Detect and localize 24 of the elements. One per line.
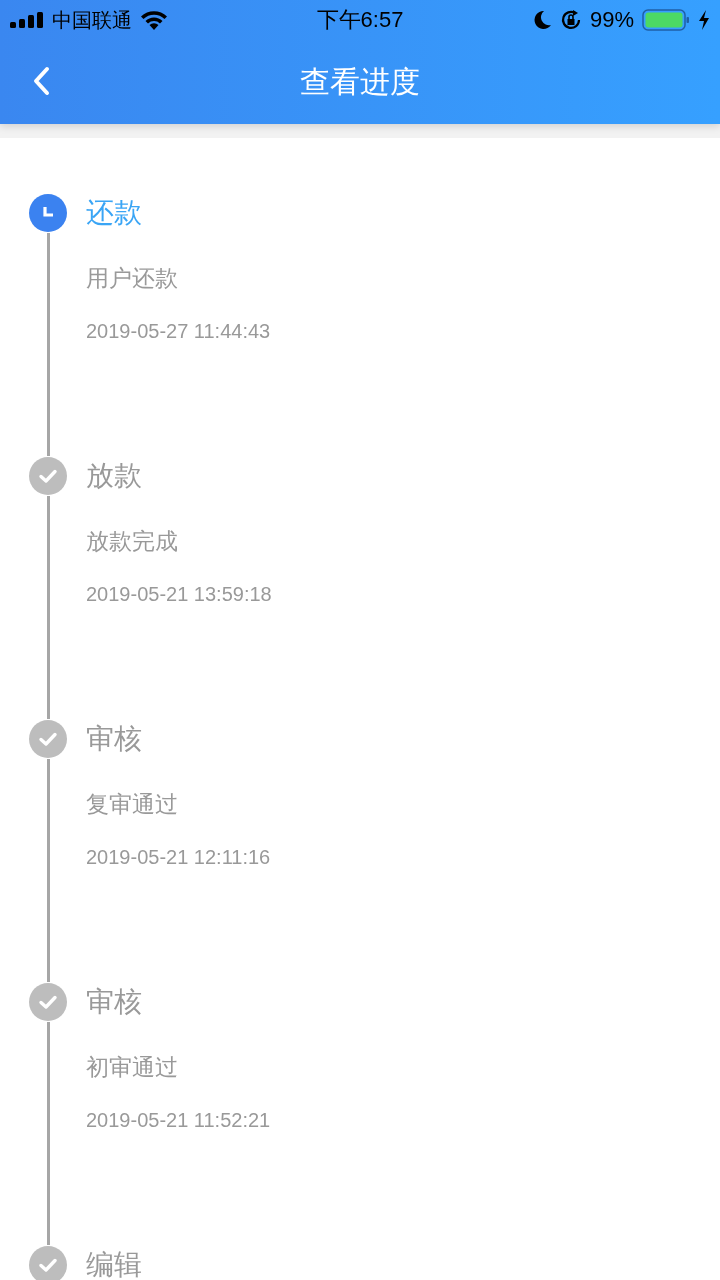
charging-icon (698, 10, 710, 30)
carrier-name: 中国联通 (52, 6, 132, 34)
clock-time: 下午6:57 (316, 6, 404, 34)
step-title: 还款 (86, 195, 142, 231)
step-description: 用户还款 (86, 264, 178, 293)
battery-percent: 99% (589, 7, 634, 33)
step-title: 审核 (86, 721, 142, 757)
step-time: 2019-05-27 11:44:43 (86, 320, 271, 343)
step-time: 2019-05-21 11:52:21 (86, 1109, 271, 1132)
wifi-icon (140, 10, 168, 30)
rotation-lock-icon (559, 9, 582, 31)
step-time: 2019-05-21 12:11:16 (86, 846, 271, 869)
moon-icon (533, 10, 552, 30)
page-title: 查看进度 (300, 62, 420, 101)
step-description: 放款完成 (86, 527, 178, 556)
step-title: 放款 (86, 458, 142, 494)
step-title: 编辑 (86, 1247, 142, 1280)
signal-icon (10, 12, 44, 28)
step-description: 复审通过 (86, 790, 178, 819)
step-time: 2019-05-21 13:59:18 (86, 583, 272, 606)
chevron-left-icon (32, 66, 50, 96)
step-description: 初审通过 (86, 1053, 178, 1082)
step-title: 审核 (86, 984, 142, 1020)
battery-icon (642, 9, 690, 31)
